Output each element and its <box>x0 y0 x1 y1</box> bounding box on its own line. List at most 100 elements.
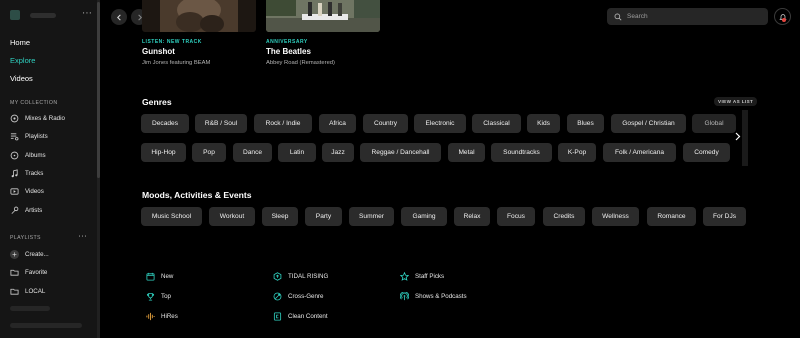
podcast-icon <box>400 292 409 301</box>
mood-pill[interactable]: Gaming <box>401 207 447 226</box>
my-collection-heading: MY COLLECTION <box>10 100 58 106</box>
genre-pill[interactable]: Folk / Americana <box>603 143 676 162</box>
notification-badge <box>782 18 786 22</box>
genre-pill[interactable]: Classical <box>472 114 521 133</box>
genre-pill[interactable]: K-Pop <box>558 143 596 162</box>
genre-pill[interactable]: Latin <box>278 143 316 162</box>
genre-pill[interactable]: Country <box>363 114 408 133</box>
link-label: Top <box>161 293 171 300</box>
link-new[interactable]: New <box>146 271 173 282</box>
moods-heading: Moods, Activities & Events <box>142 190 252 200</box>
sidebar-item-tracks[interactable]: Tracks <box>10 168 43 178</box>
genre-pill[interactable]: Jazz <box>322 143 354 162</box>
folder-icon <box>10 269 19 276</box>
mood-pill[interactable]: Credits <box>543 207 585 226</box>
mood-pill[interactable]: For DJs <box>703 207 746 226</box>
featured-card-title[interactable]: Gunshot <box>142 47 175 56</box>
clean-content-icon <box>273 312 282 321</box>
mood-pill[interactable]: Relax <box>454 207 490 226</box>
link-shows-podcasts[interactable]: Shows & Podcasts <box>400 291 467 302</box>
genre-pill[interactable]: Reggae / Dancehall <box>360 143 441 162</box>
sidebar-item-mixes-radio[interactable]: Mixes & Radio <box>10 113 65 123</box>
genre-pill[interactable]: Hip-Hop <box>141 143 186 162</box>
genre-pill[interactable]: Africa <box>319 114 356 133</box>
mood-pill[interactable]: Wellness <box>592 207 639 226</box>
link-label: New <box>161 273 174 280</box>
blurred-playlist-item[interactable] <box>10 306 50 311</box>
nav-explore[interactable]: Explore <box>10 56 35 65</box>
genre-pill[interactable]: Global <box>692 114 736 133</box>
sidebar-item-label: Create... <box>25 250 49 258</box>
artists-icon <box>11 206 19 214</box>
genre-pill[interactable]: Dance <box>233 143 272 162</box>
mood-pill[interactable]: Romance <box>647 207 696 226</box>
genre-pill[interactable]: Rock / Indie <box>254 114 312 133</box>
sidebar-item-label: Playlists <box>25 132 48 140</box>
genre-pill[interactable]: Metal <box>448 143 485 162</box>
link-top[interactable]: Top <box>146 291 171 302</box>
featured-card-title[interactable]: The Beatles <box>266 47 311 56</box>
user-menu-button[interactable]: ⋯ <box>82 8 92 19</box>
chevron-right-icon <box>735 132 741 140</box>
sidebar-item-playlists[interactable]: Playlists <box>10 131 48 141</box>
mixes-radio-icon <box>10 114 19 122</box>
plus-icon: + <box>10 249 19 259</box>
rising-icon <box>273 272 282 281</box>
genre-pill[interactable]: R&B / Soul <box>195 114 247 133</box>
mood-pill[interactable]: Sleep <box>262 207 298 226</box>
sidebar-scrollbar-thumb[interactable] <box>97 2 100 178</box>
link-staff-picks[interactable]: Staff Picks <box>400 271 444 282</box>
sidebar-item-label: Favorite <box>25 268 48 276</box>
search-input[interactable]: Search <box>607 8 768 25</box>
sidebar-item-albums[interactable]: Albums <box>10 150 46 160</box>
genre-pill[interactable]: Soundtracks <box>491 143 552 162</box>
link-hires[interactable]: HiRes <box>146 311 178 322</box>
sidebar-item-favorite[interactable]: Favorite <box>10 267 47 277</box>
search-placeholder: Search <box>627 13 648 20</box>
mood-pill[interactable]: Party <box>305 207 342 226</box>
genre-pill[interactable]: Gospel / Christian <box>611 114 686 133</box>
genre-pill[interactable]: Electronic <box>414 114 466 133</box>
view-as-list-button[interactable]: VIEW AS LIST <box>714 97 758 106</box>
albums-icon <box>10 151 19 159</box>
mood-pill[interactable]: Workout <box>209 207 255 226</box>
link-label: Clean Content <box>288 313 328 320</box>
mood-pill[interactable]: Focus <box>497 207 535 226</box>
featured-card-image[interactable] <box>142 0 256 32</box>
tracks-icon <box>11 168 18 177</box>
sidebar-item-videos[interactable]: Videos <box>10 186 44 196</box>
link-tidal-rising[interactable]: TIDAL RISING <box>273 271 328 282</box>
sidebar-item-label: Mixes & Radio <box>25 114 65 122</box>
genre-pill[interactable]: Blues <box>567 114 604 133</box>
calendar-icon <box>146 272 155 281</box>
featured-card-subtitle[interactable]: Jim Jones featuring BEAM <box>142 60 210 66</box>
link-clean-content[interactable]: Clean Content <box>273 311 328 322</box>
link-label: Staff Picks <box>415 273 445 280</box>
playlists-menu-button[interactable]: ⋯ <box>78 231 87 242</box>
genre-pill[interactable]: Pop <box>192 143 226 162</box>
sidebar-item-create-playlist[interactable]: + Create... <box>10 249 49 259</box>
mood-pill[interactable]: Music School <box>141 207 202 226</box>
cross-genre-icon <box>273 292 282 301</box>
genre-pill[interactable]: Comedy <box>683 143 730 162</box>
sidebar-item-local[interactable]: LOCAL <box>10 286 45 296</box>
genre-pill[interactable]: Decades <box>141 114 189 133</box>
featured-card-image[interactable] <box>266 0 380 32</box>
link-label: Shows & Podcasts <box>415 293 467 300</box>
notifications-button[interactable] <box>774 8 791 25</box>
sidebar-item-label: Tracks <box>25 169 44 177</box>
mood-pill[interactable]: Summer <box>349 207 394 226</box>
back-button[interactable] <box>111 9 127 25</box>
featured-card-tag: ANNIVERSARY <box>266 39 308 45</box>
sidebar-item-artists[interactable]: Artists <box>10 205 42 215</box>
folder-icon <box>10 288 19 295</box>
featured-card-subtitle[interactable]: Abbey Road (Remastered) <box>266 60 335 66</box>
link-cross-genre[interactable]: Cross-Genre <box>273 291 323 302</box>
nav-videos[interactable]: Videos <box>10 74 33 83</box>
videos-icon <box>10 187 19 195</box>
blurred-playlist-item[interactable] <box>10 323 82 328</box>
nav-home[interactable]: Home <box>10 38 30 47</box>
genres-scroll-right-button[interactable] <box>733 129 743 143</box>
genre-pill[interactable]: Kids <box>527 114 560 133</box>
user-name-blurred[interactable] <box>30 13 56 18</box>
